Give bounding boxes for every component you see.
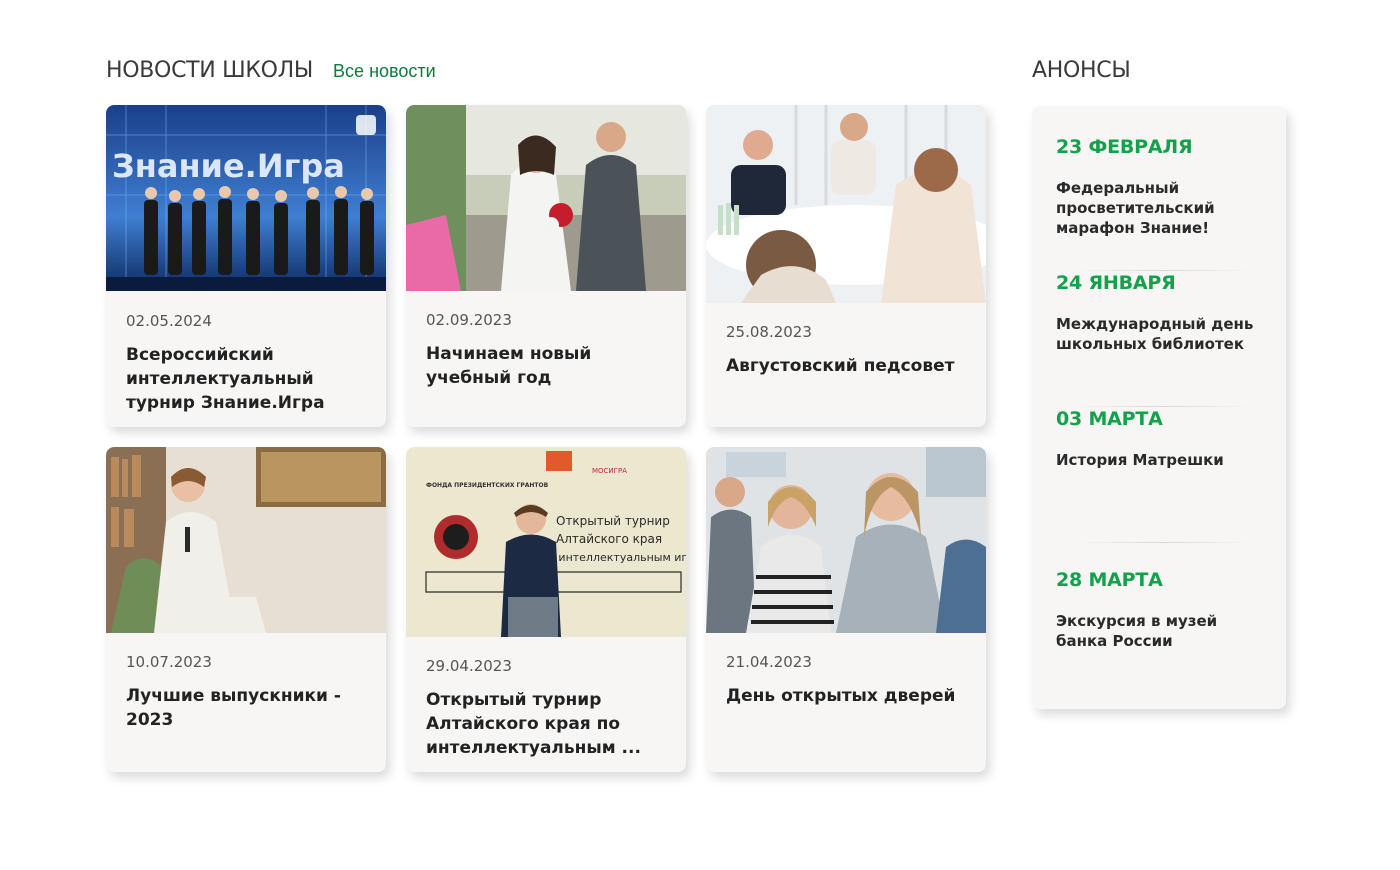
photo-caption: по интеллектуальным играм: [541, 551, 686, 564]
news-title[interactable]: Начинаем новый учебный год: [426, 342, 671, 390]
announcement-item[interactable]: 23 февраля Федеральный просветительский …: [1056, 136, 1266, 238]
news-card[interactable]: 10.07.2023 Лучшие выпускники - 2023: [106, 447, 386, 772]
news-photo: [706, 447, 986, 633]
all-news-link[interactable]: Все новости: [333, 61, 436, 82]
news-date: 10.07.2023: [126, 653, 212, 671]
news-photo: [106, 447, 386, 633]
announcement-item[interactable]: 03 марта История Матрешки: [1056, 408, 1266, 470]
news-date: 25.08.2023: [726, 323, 812, 341]
photo-caption: Знание.Игра: [112, 147, 345, 185]
announcement-date: 24 января: [1056, 272, 1176, 294]
news-title[interactable]: Лучшие выпускники - 2023: [126, 684, 371, 732]
news-card[interactable]: Знание.Игра 02.05.2024 Всероссийский инт…: [106, 105, 386, 427]
news-date: 02.09.2023: [426, 311, 512, 329]
photo-caption: Открытый турнир: [556, 514, 670, 528]
announcement-divider: [1072, 270, 1252, 271]
news-card[interactable]: 21.04.2023 День открытых дверей: [706, 447, 986, 772]
announcement-text[interactable]: Федеральный просветительский марафон Зна…: [1056, 178, 1266, 238]
news-title[interactable]: День открытых дверей: [726, 684, 971, 708]
announcement-text[interactable]: История Матрешки: [1056, 450, 1266, 470]
photo-caption: Алтайского края: [556, 532, 662, 546]
news-date: 29.04.2023: [426, 657, 512, 675]
photo-caption: МОСИГРА: [592, 467, 627, 475]
announcement-date: 28 марта: [1056, 569, 1163, 591]
announcement-divider: [1072, 542, 1252, 543]
news-photo: [706, 105, 986, 303]
announcement-date: 03 марта: [1056, 408, 1163, 430]
announcement-divider: [1072, 406, 1252, 407]
news-card[interactable]: 25.08.2023 Августовский педсовет: [706, 105, 986, 427]
announcement-item[interactable]: 28 марта Экскурсия в музей банка России: [1056, 569, 1266, 651]
news-photo: Знание.Игра: [106, 105, 386, 291]
news-date: 02.05.2024: [126, 312, 212, 330]
announcements-panel: 23 февраля Федеральный просветительский …: [1032, 106, 1286, 709]
news-title[interactable]: Всероссийский интеллектуальный турнир Зн…: [126, 343, 371, 415]
announcements-section-title: АНОНСЫ: [1032, 58, 1131, 83]
news-card[interactable]: ФОНДА ПРЕЗИДЕНТСКИХ ГРАНТОВ МОСИГРА Откр…: [406, 447, 686, 772]
news-photo: ФОНДА ПРЕЗИДЕНТСКИХ ГРАНТОВ МОСИГРА Откр…: [406, 447, 686, 637]
news-title[interactable]: Августовский педсовет: [726, 354, 971, 378]
photo-caption: ФОНДА ПРЕЗИДЕНТСКИХ ГРАНТОВ: [426, 482, 549, 489]
announcement-date: 23 февраля: [1056, 136, 1193, 158]
news-card[interactable]: 02.09.2023 Начинаем новый учебный год: [406, 105, 686, 427]
announcement-item[interactable]: 24 января Международный день школьных би…: [1056, 272, 1266, 354]
announcement-text[interactable]: Экскурсия в музей банка России: [1056, 611, 1266, 651]
news-photo: [406, 105, 686, 291]
news-header: НОВОСТИ ШКОЛЫ Все новости: [106, 58, 436, 83]
announcement-text[interactable]: Международный день школьных библиотек: [1056, 314, 1266, 354]
news-section-title: НОВОСТИ ШКОЛЫ: [106, 58, 314, 83]
news-date: 21.04.2023: [726, 653, 812, 671]
news-title[interactable]: Открытый турнир Алтайского края по интел…: [426, 688, 671, 760]
